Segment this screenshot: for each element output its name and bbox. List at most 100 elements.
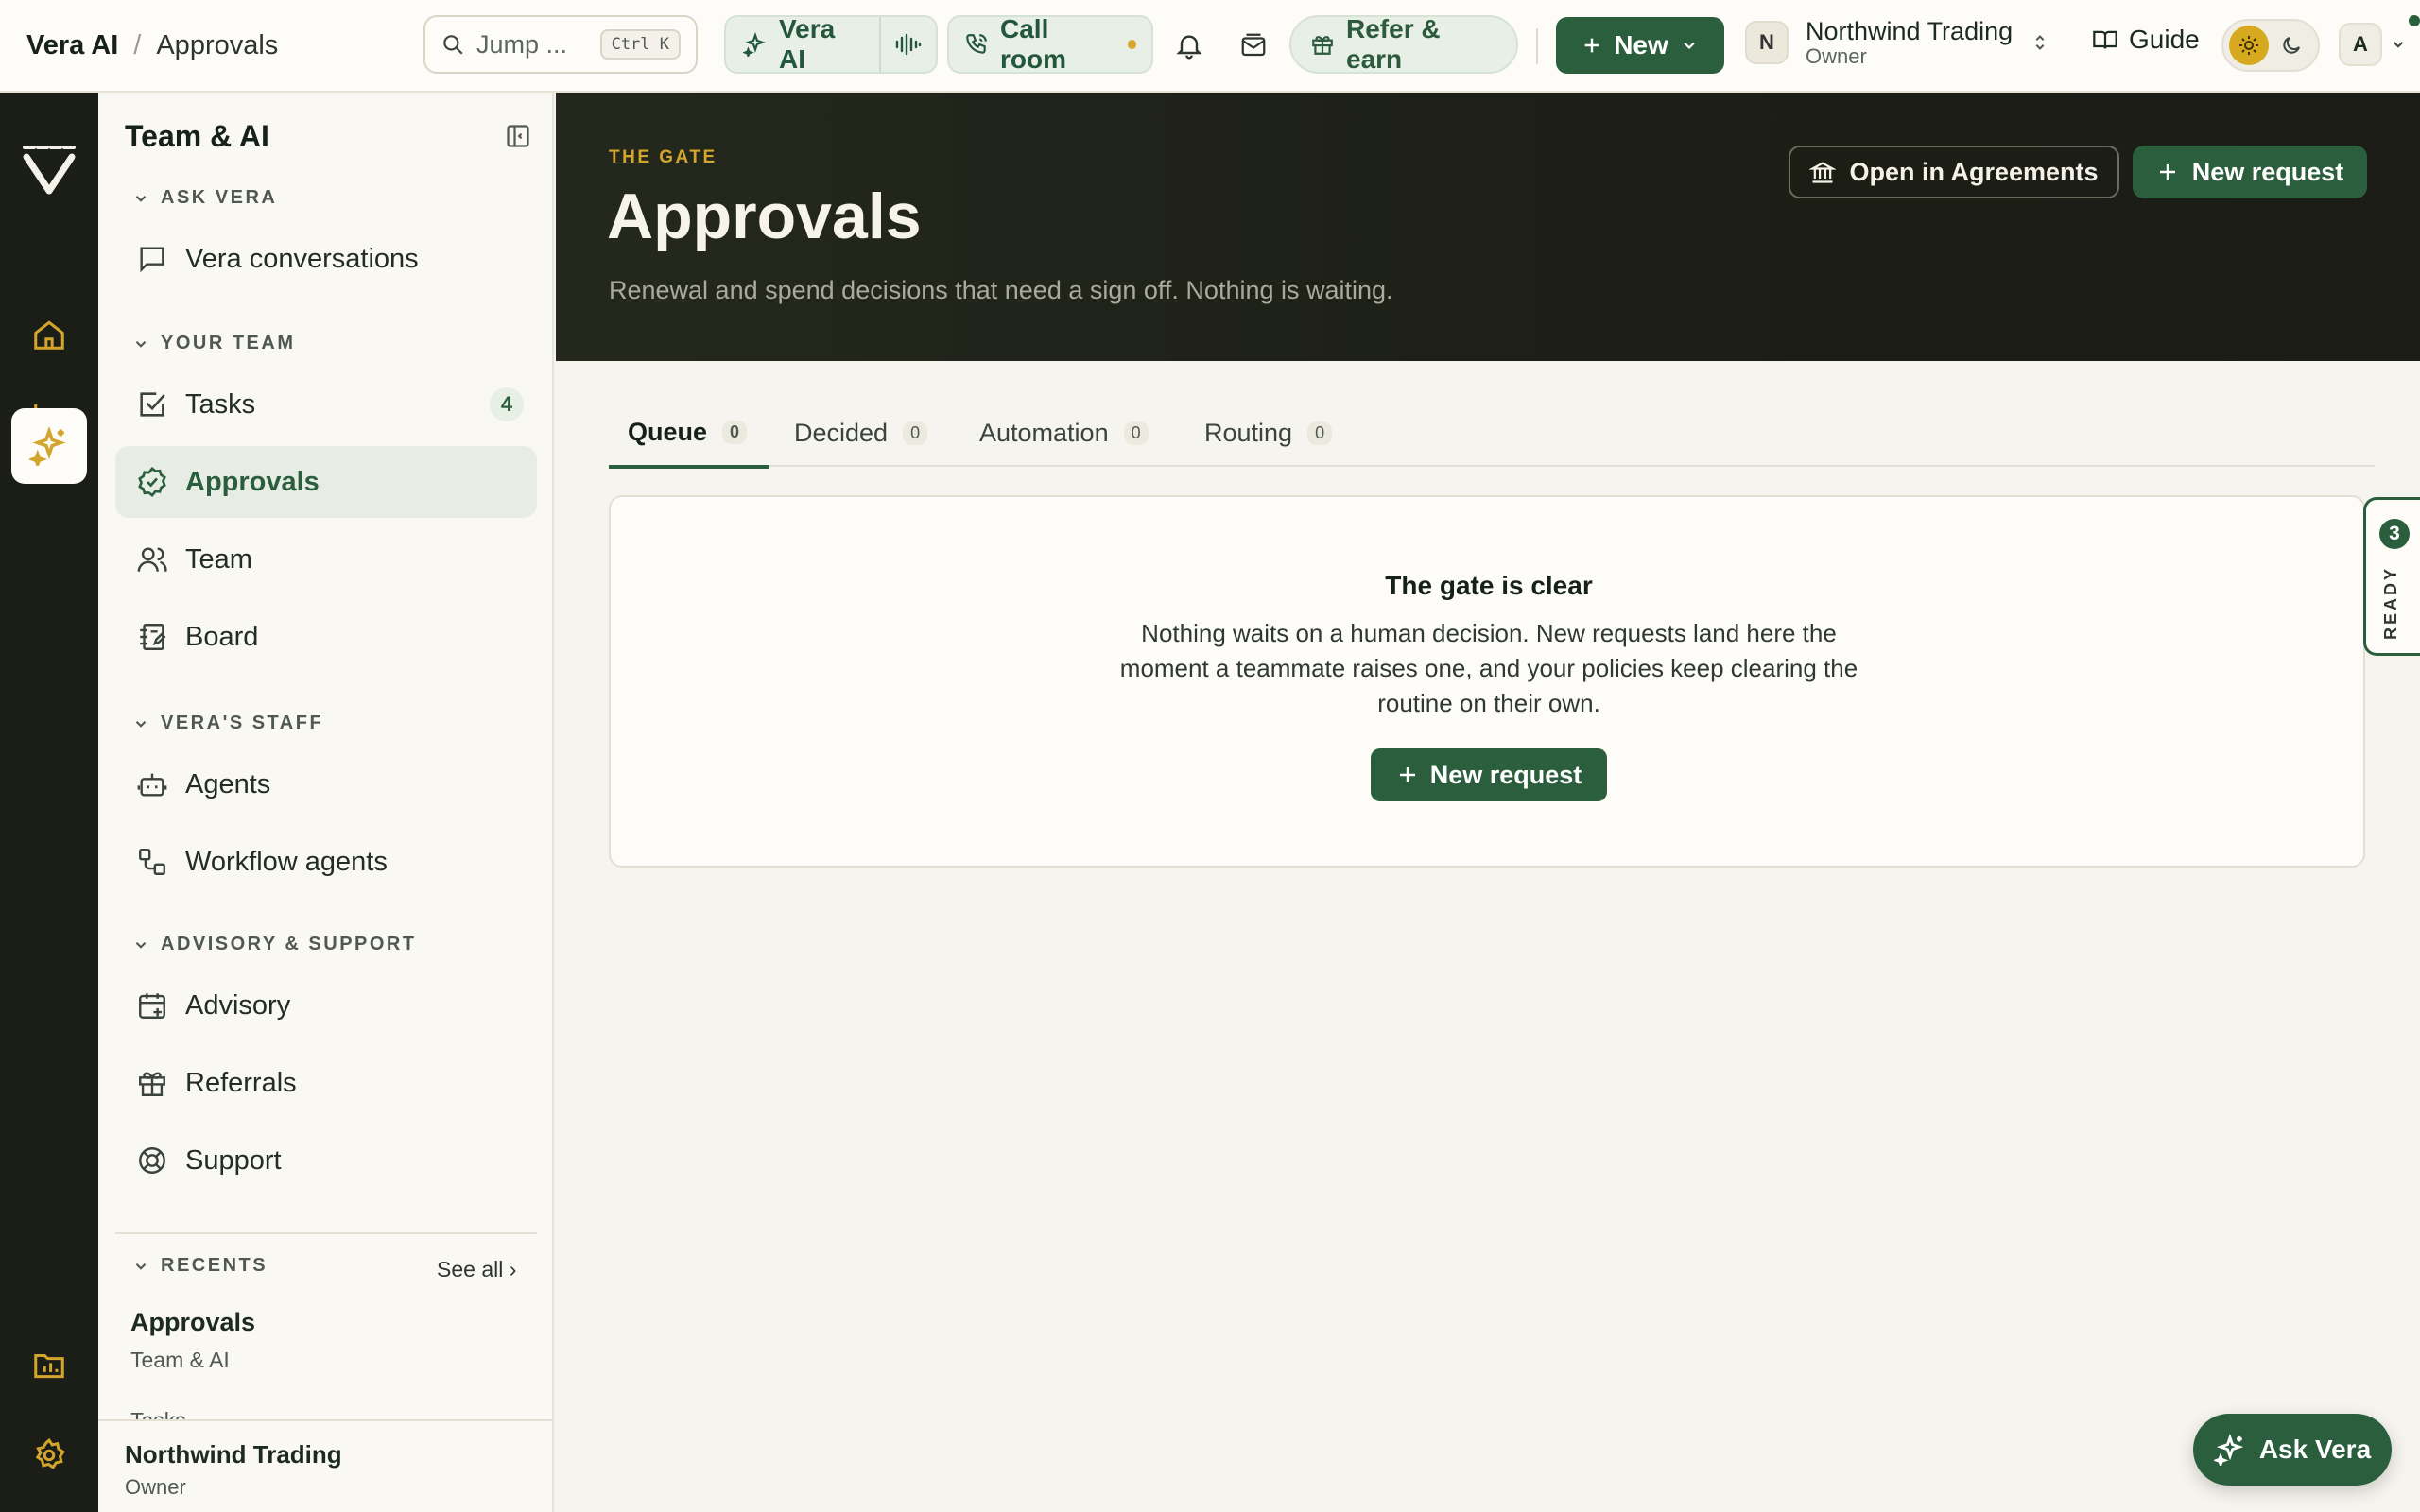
empty-state-body: Nothing waits on a human decision. New r… — [1119, 619, 1858, 717]
sidebar-item-referrals[interactable]: Referrals — [115, 1047, 537, 1119]
tab-count: 0 — [903, 421, 928, 445]
breadcrumb-current: Approvals — [156, 29, 279, 60]
sidebar-item-label: Support — [185, 1144, 282, 1176]
top-bar: Vera AI / Approvals Jump ... Ctrl K Vera… — [0, 0, 2420, 93]
user-menu[interactable]: A — [2339, 23, 2407, 66]
gift-icon — [1310, 32, 1335, 57]
inbox-icon[interactable] — [1233, 25, 1274, 66]
empty-new-request-label: New request — [1429, 760, 1582, 789]
sidebar-item-label: Workflow agents — [185, 846, 388, 877]
home-icon[interactable] — [11, 297, 87, 372]
breadcrumb: Vera AI / Approvals — [26, 30, 278, 61]
section-advisory-support[interactable]: ADVISORY & SUPPORT — [132, 934, 417, 955]
vera-logo[interactable] — [21, 142, 78, 198]
sidebar-item-label: Board — [185, 621, 259, 652]
call-room-status-dot — [1127, 40, 1136, 49]
ready-side-tab[interactable]: 3 READY — [2363, 497, 2420, 656]
tab-routing[interactable]: Routing 0 — [1185, 399, 1351, 467]
open-in-agreements-label: Open in Agreements — [1849, 157, 2099, 186]
sidebar-item-tasks[interactable]: Tasks 4 — [115, 369, 537, 440]
tab-count: 0 — [722, 420, 748, 444]
sidebar-item-team[interactable]: Team — [115, 524, 537, 595]
sidebar-footer-org[interactable]: Northwind Trading Owner — [98, 1419, 552, 1512]
chat-icon — [140, 247, 164, 273]
sidebar-item-advisory[interactable]: Advisory — [115, 970, 537, 1041]
section-label: YOUR TEAM — [161, 333, 296, 353]
theme-toggle[interactable] — [2221, 19, 2320, 72]
guide-button[interactable]: Guide — [2091, 25, 2200, 55]
sidebar-item-approvals[interactable]: Approvals — [115, 446, 537, 518]
search-input[interactable]: Jump ... Ctrl K — [424, 15, 698, 74]
chevron-down-icon — [135, 720, 147, 728]
search-shortcut: Ctrl K — [599, 29, 681, 60]
settings-gear-icon[interactable] — [11, 1418, 87, 1493]
workflow-icon — [139, 849, 165, 875]
sidebar-item-workflow-agents[interactable]: Workflow agents — [115, 826, 537, 898]
sidebar-item-vera-conversations[interactable]: Vera conversations — [115, 223, 537, 295]
sidebar-item-label: Approvals — [185, 466, 320, 497]
recent-item-next[interactable]: Tasks — [130, 1408, 186, 1419]
notebook-icon — [140, 624, 166, 650]
sidebar-item-label: Advisory — [185, 989, 291, 1021]
chevron-down-icon — [2390, 36, 2407, 53]
user-avatar: A — [2339, 23, 2382, 66]
phone-icon — [964, 32, 989, 57]
chevron-down-icon — [135, 1263, 147, 1270]
refer-earn-label: Refer & earn — [1346, 14, 1441, 74]
sidebar: Team & AI ASK VERA Vera conversations YO… — [98, 93, 554, 1512]
tab-decided[interactable]: Decided 0 — [775, 399, 946, 467]
call-room-button[interactable]: Call room — [947, 14, 1153, 74]
new-request-label: New request — [2191, 157, 2344, 186]
sidebar-item-support[interactable]: Support — [115, 1125, 537, 1196]
sidebar-item-agents[interactable]: Agents — [115, 748, 537, 820]
sidebar-item-board[interactable]: Board — [115, 601, 537, 673]
org-switcher[interactable]: N Northwind Trading Owner — [1745, 17, 2050, 68]
collapse-sidebar-icon[interactable] — [505, 123, 531, 149]
section-label: VERA'S STAFF — [161, 713, 324, 733]
sidebar-item-label: Tasks — [185, 388, 256, 420]
chevron-down-icon — [135, 195, 147, 202]
refer-earn-button[interactable]: Refer & earn — [1289, 14, 1518, 74]
chevron-down-icon — [135, 340, 147, 348]
chevron-down-icon — [1680, 36, 1699, 55]
breadcrumb-app[interactable]: Vera AI — [26, 30, 118, 61]
vera-ai-button[interactable]: Vera AI — [726, 14, 879, 74]
new-label: New — [1614, 30, 1668, 60]
section-ask-vera[interactable]: ASK VERA — [132, 187, 277, 209]
sidebar-item-label: Team — [185, 543, 252, 575]
section-recents[interactable]: RECENTS — [132, 1255, 268, 1277]
online-status-dot — [2409, 15, 2420, 26]
new-button[interactable]: New — [1556, 17, 1724, 74]
recent-item-subtitle: Team & AI — [130, 1348, 230, 1372]
tab-count: 0 — [1123, 421, 1149, 445]
section-your-team[interactable]: YOUR TEAM — [132, 333, 296, 354]
bot-icon — [137, 773, 167, 797]
moon-icon[interactable] — [2280, 34, 2303, 57]
team-ai-icon[interactable] — [11, 408, 87, 484]
tab-automation[interactable]: Automation 0 — [960, 399, 1167, 467]
ask-vera-button[interactable]: Ask Vera — [2193, 1414, 2392, 1486]
new-request-button[interactable]: New request — [2133, 146, 2367, 198]
calendar-plus-icon — [139, 993, 165, 1019]
page-header: THE GATE Approvals Renewal and spend dec… — [556, 93, 2420, 361]
section-label: ADVISORY & SUPPORT — [161, 934, 417, 954]
recent-item-title[interactable]: Approvals — [130, 1308, 255, 1337]
tab-queue[interactable]: Queue 0 — [609, 399, 769, 469]
voice-wave-icon[interactable] — [879, 17, 936, 72]
ask-vera-label: Ask Vera — [2258, 1435, 2372, 1464]
lifebuoy-icon — [139, 1147, 165, 1174]
call-room-label: Call room — [1000, 14, 1066, 74]
sparkle-icon — [743, 32, 768, 57]
folder-chart-icon[interactable] — [11, 1327, 87, 1402]
sun-icon[interactable] — [2229, 26, 2269, 65]
see-all-link[interactable]: See all › — [437, 1257, 516, 1282]
open-in-agreements-button[interactable]: Open in Agreements — [1789, 146, 2119, 198]
badge-check-icon — [138, 466, 166, 498]
tab-label: Queue — [628, 417, 708, 446]
page-eyebrow: THE GATE — [609, 147, 717, 167]
bell-icon[interactable] — [1168, 25, 1210, 66]
empty-new-request-button[interactable]: New request — [1371, 748, 1607, 801]
chevron-updown-icon — [2030, 30, 2050, 55]
sparkle-icon — [2213, 1434, 2246, 1466]
section-veras-staff[interactable]: VERA'S STAFF — [132, 713, 323, 734]
